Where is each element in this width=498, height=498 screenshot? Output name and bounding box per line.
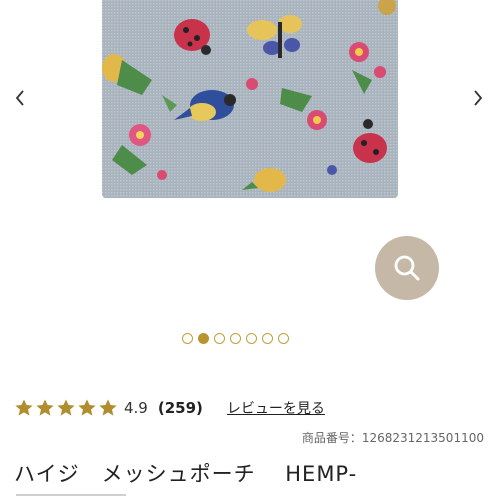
chevron-right-icon: [474, 90, 483, 106]
carousel-dot[interactable]: [230, 333, 241, 344]
star-icon: [36, 399, 54, 416]
carousel-dot[interactable]: [214, 333, 225, 344]
rating-stars: [14, 398, 118, 418]
carousel-dot[interactable]: [246, 333, 257, 344]
previous-image-button[interactable]: [10, 86, 30, 110]
carousel-dot[interactable]: [182, 333, 193, 344]
product-title: ハイジ メッシュポーチ HEMP-: [14, 462, 358, 486]
carousel-indicators: [182, 333, 289, 344]
zoom-button[interactable]: [375, 236, 439, 300]
product-image: [102, 0, 398, 198]
search-icon: [394, 255, 420, 281]
star-icon: [15, 399, 33, 416]
product-number: 商品番号：1268231213501100: [301, 431, 484, 445]
review-count: (259): [157, 399, 203, 417]
star-icon: [57, 399, 75, 416]
star-icon: [78, 399, 96, 416]
star-icon: [99, 399, 117, 416]
chevron-left-icon: [15, 90, 24, 106]
product-title-second-line: [16, 490, 126, 498]
rating-value: 4.9: [124, 399, 148, 417]
rating-row: 4.9 (259) レビューを見る: [14, 397, 325, 419]
carousel-dot[interactable]: [278, 333, 289, 344]
next-image-button[interactable]: [468, 86, 488, 110]
carousel-dot-active[interactable]: [198, 333, 209, 344]
carousel-dot[interactable]: [262, 333, 273, 344]
view-reviews-link[interactable]: レビューを見る: [227, 398, 325, 418]
